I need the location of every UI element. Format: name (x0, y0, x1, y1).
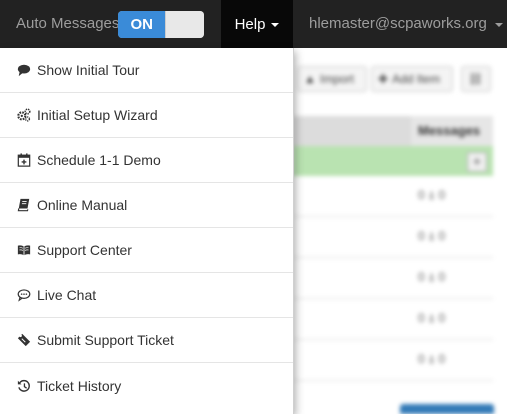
history-icon (17, 379, 30, 392)
auto-messages-label: Auto Messages (16, 15, 120, 32)
book-icon (17, 198, 30, 212)
menu-item-support-center[interactable]: Support Center (0, 228, 293, 273)
menu-item-schedule-demo[interactable]: Schedule 1-1 Demo (0, 138, 293, 183)
table-row: 0 ⍋ 0 (293, 299, 493, 340)
menu-item-label: Initial Setup Wizard (37, 107, 158, 123)
menu-item-online-manual[interactable]: Online Manual (0, 183, 293, 228)
menu-item-label: Live Chat (37, 287, 97, 303)
user-menu-button[interactable]: hlemaster@scpaworks.org (309, 15, 503, 32)
table-row: 0 ⍋ 0 (293, 340, 493, 381)
messages-column-header: Messages (411, 116, 493, 146)
top-navbar: Auto Messages ON Help hlemaster@scpawork… (0, 0, 507, 48)
gears-icon (17, 108, 31, 122)
import-button: ▲ Import (297, 66, 367, 92)
chat-bubble-icon (17, 289, 31, 302)
upload-icon: ▲ (304, 72, 316, 86)
user-email: hlemaster@scpaworks.org (309, 15, 487, 32)
ticket-icon (17, 333, 31, 347)
menu-item-initial-setup-wizard[interactable]: Initial Setup Wizard (0, 93, 293, 138)
menu-item-ticket-history[interactable]: Ticket History (0, 363, 293, 408)
auto-messages-toggle[interactable]: ON (118, 11, 204, 38)
menu-item-label: Ticket History (37, 377, 122, 394)
menu-item-live-chat[interactable]: Live Chat (0, 273, 293, 318)
open-book-icon (17, 245, 31, 256)
table-row: 0 ⍋ 0 (293, 217, 493, 258)
link-button: ⛓ (461, 66, 491, 92)
table-row: 0 ⍋ 0 (293, 258, 493, 299)
toggle-knob (165, 11, 204, 38)
add-row-icon: + (467, 152, 487, 172)
menu-item-label: Schedule 1-1 Demo (37, 152, 161, 168)
background-content: ▲ Import ✚ Add Item ⛓ Messages + 0 ⍋ 0 0… (293, 48, 507, 414)
menu-item-label: Online Manual (37, 197, 128, 213)
help-label: Help (234, 15, 266, 33)
help-dropdown-menu: Show Initial Tour Initial Setup Wizard S… (0, 48, 294, 414)
menu-item-submit-ticket[interactable]: Submit Support Ticket (0, 318, 293, 363)
caret-down-icon (494, 22, 503, 27)
menu-item-label: Submit Support Ticket (37, 332, 174, 348)
help-menu-button[interactable]: Help (221, 0, 293, 48)
link-icon: ⛓ (468, 72, 484, 86)
menu-item-label: Support Center (37, 242, 132, 258)
plus-icon: ✚ (378, 72, 389, 86)
add-item-button: ✚ Add Item (371, 66, 453, 92)
caret-down-icon (271, 23, 280, 27)
menu-item-label: Show Initial Tour (37, 62, 140, 78)
highlight-row (293, 146, 493, 176)
calendar-plus-icon (17, 153, 31, 167)
menu-item-show-initial-tour[interactable]: Show Initial Tour (0, 48, 293, 93)
toggle-on-label: ON (118, 11, 166, 38)
comment-icon (17, 64, 31, 77)
table-row: 0 ⍋ 0 (293, 176, 493, 217)
primary-button (400, 404, 494, 414)
